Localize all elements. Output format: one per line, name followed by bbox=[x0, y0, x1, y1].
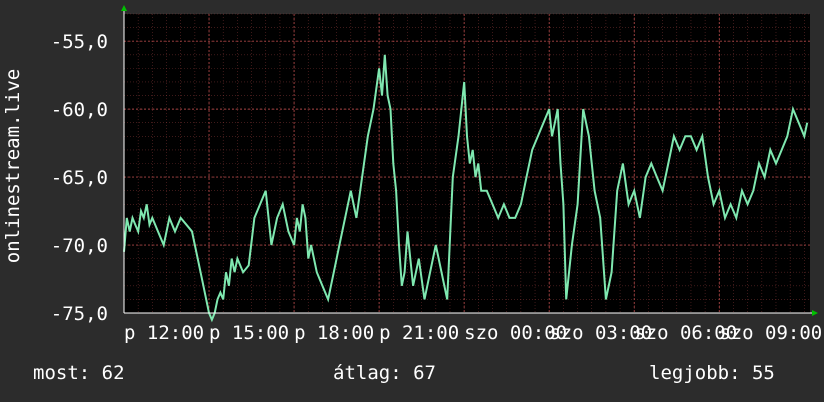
y-tick-label: -75,0 bbox=[51, 303, 108, 325]
current-value: most: 62 bbox=[33, 362, 125, 384]
x-tick-label: p 18:00 bbox=[294, 322, 374, 344]
x-tick-label: p 21:00 bbox=[379, 322, 459, 344]
average-value: átlag: 67 bbox=[333, 362, 436, 384]
x-axis-arrow-icon bbox=[812, 310, 818, 316]
y-axis-label: onlinestream.live bbox=[2, 69, 24, 263]
best-value: legjobb: 55 bbox=[649, 362, 775, 384]
y-axis-ticks: -55,0 -60,0 -65,0 -70,0 -75,0 bbox=[51, 31, 108, 325]
y-axis-arrow-icon bbox=[121, 5, 127, 11]
y-tick-label: -55,0 bbox=[51, 31, 108, 53]
y-tick-label: -70,0 bbox=[51, 235, 108, 257]
x-tick-label: p 15:00 bbox=[209, 322, 289, 344]
x-axis-ticks: p 12:00 p 15:00 p 18:00 p 21:00 szo 00:00szo… bbox=[124, 322, 822, 344]
y-tick-label: -65,0 bbox=[51, 167, 108, 189]
x-tick-label: p 12:00 bbox=[124, 322, 204, 344]
y-tick-label: -60,0 bbox=[51, 99, 108, 121]
x-tick-label: szo 09:00 bbox=[719, 322, 822, 344]
chart-panel: -55,0 -60,0 -65,0 -70,0 -75,0 p 12:00 p 15:00… bbox=[0, 0, 824, 402]
stats-bar: most: 62 átlag: 67 legjobb: 55 bbox=[0, 362, 824, 388]
line-chart: -55,0 -60,0 -65,0 -70,0 -75,0 p 12:00 p 15:00… bbox=[2, 5, 822, 344]
